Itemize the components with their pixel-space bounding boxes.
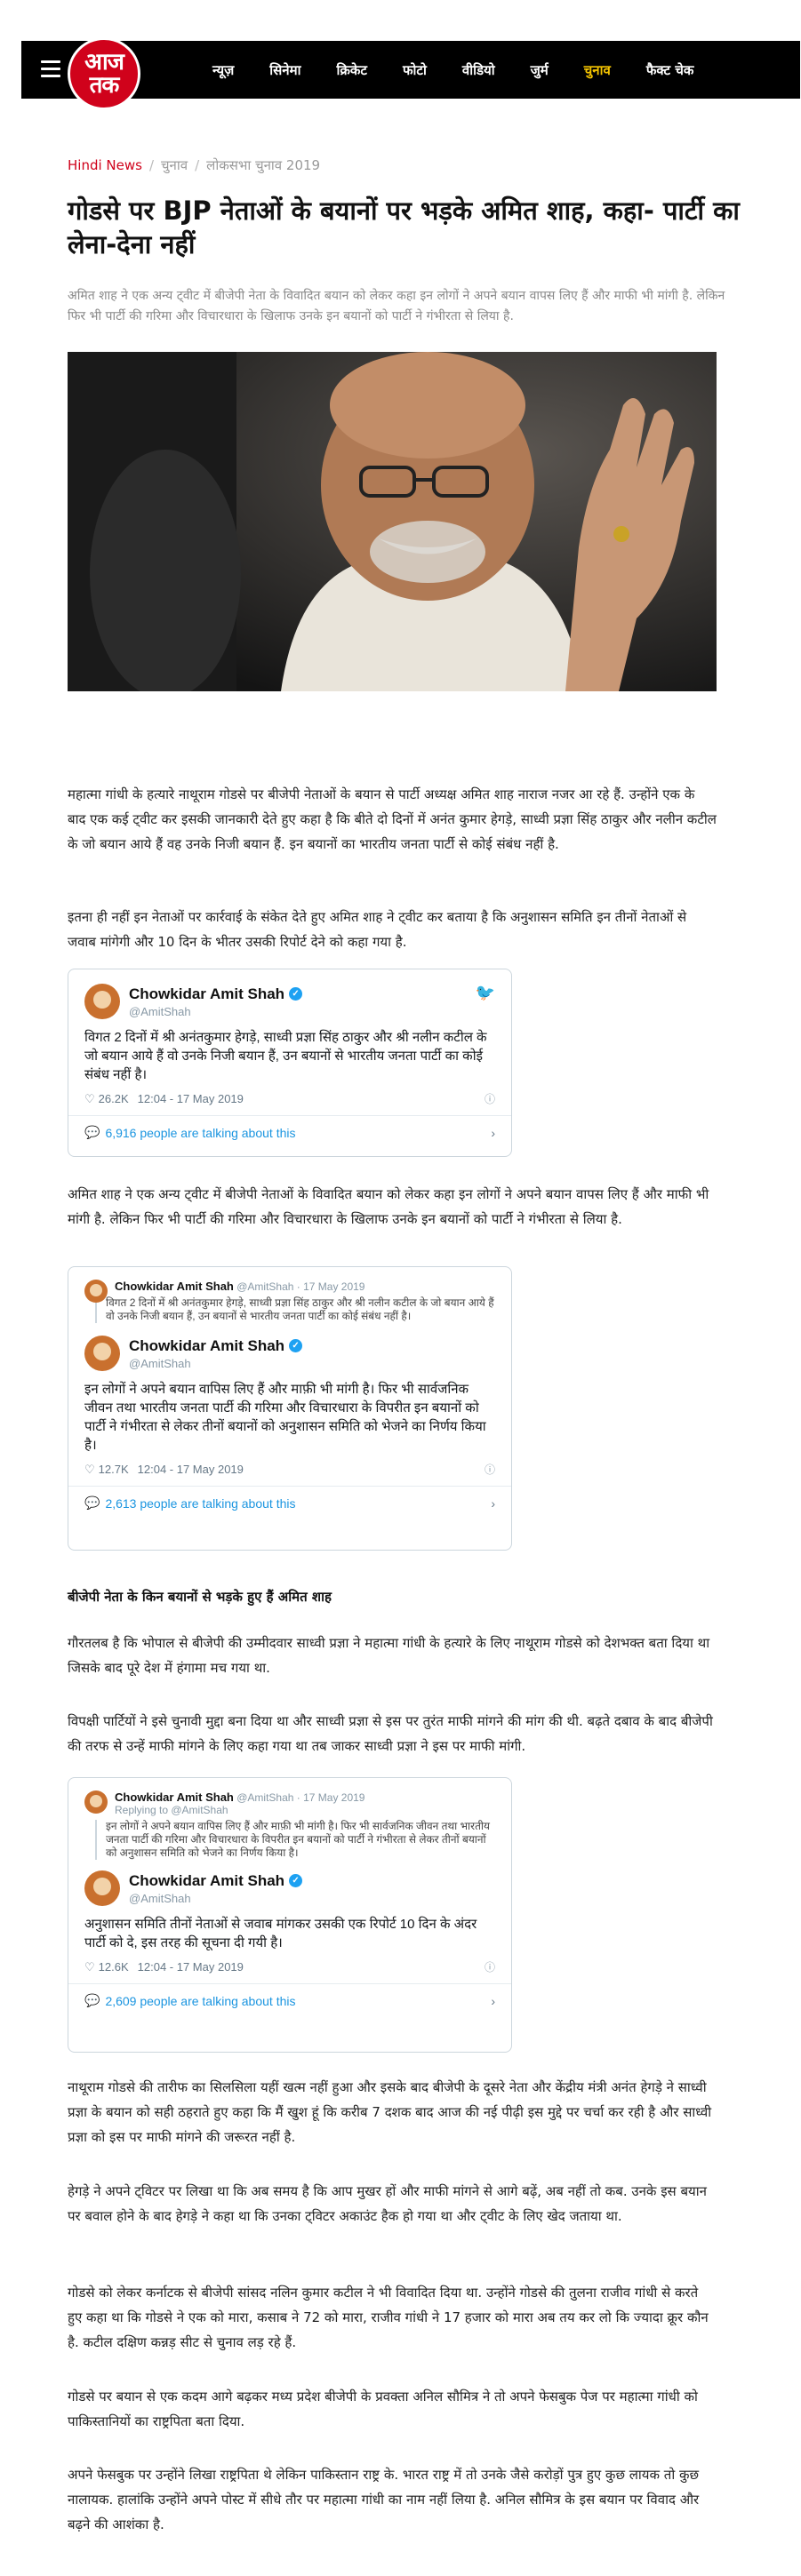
avatar[interactable]	[84, 984, 120, 1019]
nav-fact-check[interactable]: फैक्ट चेक	[646, 61, 694, 79]
embedded-tweet[interactable]: Chowkidar Amit Shah @AmitShah · 17 May 2…	[68, 1266, 512, 1551]
nav-photo[interactable]: फोटो	[403, 61, 427, 79]
info-icon[interactable]: ⓘ	[485, 1959, 495, 1974]
article-summary: अमित शाह ने एक अन्य ट्वीट में बीजेपी नेत…	[68, 289, 725, 323]
heart-icon[interactable]: ♡	[84, 1463, 95, 1477]
breadcrumb-separator: /	[148, 157, 155, 173]
quoted-author-meta[interactable]: @AmitShah · 17 May 2019	[236, 1280, 364, 1293]
embedded-tweet[interactable]: Chowkidar Amit Shah @AmitShah · 17 May 2…	[68, 1777, 512, 2053]
nav-video[interactable]: वीडियो	[462, 61, 495, 79]
tweet-talking-link[interactable]: 💬 2,613 people are talking about this ›	[68, 1486, 511, 1519]
twitter-bird-icon[interactable]: 🐦	[476, 984, 495, 1002]
tweet-timestamp[interactable]: 12:04 - 17 May 2019	[138, 1463, 244, 1476]
quoted-tweet[interactable]: Chowkidar Amit Shah @AmitShah · 17 May 2…	[84, 1790, 495, 1860]
chevron-right-icon: ›	[491, 1993, 495, 2008]
article-paragraph: नाथूराम गोडसे की तारीफ का सिलसिला यहीं ख…	[68, 2079, 712, 2145]
article-paragraph: गोडसे को लेकर कर्नाटक से बीजेपी सांसद नल…	[68, 2285, 709, 2350]
article-paragraph: विपक्षी पार्टियों ने इसे चुनावी मुद्दा ब…	[68, 1713, 713, 1754]
tweet-author-name[interactable]: Chowkidar Amit Shah	[129, 1872, 284, 1890]
aajtak-logo[interactable]: आज तक	[68, 37, 140, 110]
tweet-talking-link[interactable]: 💬 6,916 people are talking about this ›	[68, 1115, 511, 1149]
verified-badge-icon: ✓	[289, 1339, 303, 1352]
nav-news[interactable]: न्यूज़	[212, 61, 234, 79]
logo-text: आज तक	[84, 49, 124, 99]
article-paragraph: अमित शाह ने एक अन्य ट्वीट में बीजेपी नेत…	[68, 1186, 709, 1227]
article-paragraph: अपने फेसबुक पर उन्होंने लिखा राष्ट्रपिता…	[68, 2467, 700, 2532]
tweet-text: अनुशासन समिति तीनों नेताओं से जवाब मांगक…	[84, 1917, 477, 1950]
quoted-author-name[interactable]: Chowkidar Amit Shah	[115, 1280, 234, 1293]
heart-icon[interactable]: ♡	[84, 1092, 95, 1106]
tweet-talking-count: 2,613 people are talking about this	[105, 1495, 296, 1511]
nav-cinema[interactable]: सिनेमा	[269, 61, 300, 79]
article-paragraph: हेगड़े ने अपने ट्विटर पर लिखा था कि अब स…	[68, 2183, 707, 2224]
breadcrumb-election[interactable]: चुनाव	[161, 157, 188, 173]
tweet-like-count[interactable]: 26.2K	[99, 1092, 129, 1105]
tweet-author-name[interactable]: Chowkidar Amit Shah	[129, 1337, 284, 1355]
quoted-author-meta[interactable]: @AmitShah · 17 May 2019	[236, 1791, 364, 1804]
article-paragraph: इतना ही नहीं इन नेताओं पर कार्रवाई के सं…	[68, 909, 687, 950]
breadcrumb-home[interactable]: Hindi News	[68, 157, 142, 173]
verified-badge-icon: ✓	[289, 1874, 303, 1887]
info-icon[interactable]: ⓘ	[485, 1462, 495, 1477]
nav-crime[interactable]: जुर्म	[531, 61, 549, 79]
tweet-timestamp[interactable]: 12:04 - 17 May 2019	[138, 1960, 244, 1974]
quoted-tweet-text: विगत 2 दिनों में श्री अनंतकुमार हेगड़े, …	[95, 1296, 495, 1323]
tweet-author-handle[interactable]: @AmitShah	[129, 1357, 302, 1370]
breadcrumb-loksabha[interactable]: लोकसभा चुनाव 2019	[206, 157, 320, 173]
tweet-author-handle[interactable]: @AmitShah	[129, 1892, 302, 1905]
chevron-right-icon: ›	[491, 1495, 495, 1511]
article-headline: गोडसे पर BJP नेताओं के बयानों पर भड़के अ…	[68, 195, 740, 259]
embedded-tweet[interactable]: Chowkidar Amit Shah ✓ @AmitShah 🐦 विगत 2 …	[68, 969, 512, 1157]
comment-bubble-icon: 💬	[84, 1993, 100, 2007]
top-navbar: आज तक न्यूज़ सिनेमा क्रिकेट फोटो वीडियो …	[21, 37, 800, 110]
tweet-talking-count: 2,609 people are talking about this	[105, 1993, 296, 2008]
article-paragraph: गोडसे पर बयान से एक कदम आगे बढ़कर मध्य प…	[68, 2389, 698, 2429]
comment-bubble-icon: 💬	[84, 1125, 100, 1139]
avatar[interactable]	[84, 1790, 108, 1814]
hamburger-menu-icon[interactable]	[41, 60, 60, 78]
article-paragraph: महात्मा गांधी के हत्यारे नाथूराम गोडसे प…	[68, 786, 717, 852]
breadcrumb: Hindi News / चुनाव / लोकसभा चुनाव 2019	[68, 156, 320, 174]
chevron-right-icon: ›	[491, 1125, 495, 1140]
tweet-text: विगत 2 दिनों में श्री अनंतकुमार हेगड़े, …	[84, 1030, 487, 1082]
tweet-like-count[interactable]: 12.6K	[99, 1960, 129, 1974]
tweet-timestamp[interactable]: 12:04 - 17 May 2019	[138, 1092, 244, 1105]
nav-cricket[interactable]: क्रिकेट	[336, 61, 367, 79]
quoted-author-name[interactable]: Chowkidar Amit Shah	[115, 1790, 234, 1804]
tweet-talking-link[interactable]: 💬 2,609 people are talking about this ›	[68, 1983, 511, 2017]
quoted-tweet-text: इन लोगों ने अपने बयान वापिस लिए हैं और म…	[95, 1820, 495, 1860]
comment-bubble-icon: 💬	[84, 1495, 100, 1510]
nav-election[interactable]: चुनाव	[584, 61, 611, 79]
heart-icon[interactable]: ♡	[84, 1960, 95, 1974]
section-subheading: बीजेपी नेता के किन बयानों से भड़के हुए ह…	[68, 1589, 332, 1605]
quoted-reply-to[interactable]: Replying to @AmitShah	[115, 1804, 495, 1816]
tweet-like-count[interactable]: 12.7K	[99, 1463, 129, 1476]
article-paragraph: गौरतलब है कि भोपाल से बीजेपी की उम्मीदवा…	[68, 1635, 710, 1676]
tweet-talking-count: 6,916 people are talking about this	[105, 1125, 296, 1140]
avatar[interactable]	[84, 1870, 120, 1906]
verified-badge-icon: ✓	[289, 987, 303, 1001]
hero-image	[68, 352, 717, 691]
tweet-text: इन लोगों ने अपने बयान वापिस लिए हैं और म…	[84, 1382, 486, 1453]
info-icon[interactable]: ⓘ	[485, 1091, 495, 1106]
amit-shah-photo	[68, 352, 717, 691]
tweet-author-handle[interactable]: @AmitShah	[129, 1005, 302, 1018]
avatar[interactable]	[84, 1280, 108, 1303]
main-nav: न्यूज़ सिनेमा क्रिकेट फोटो वीडियो जुर्म …	[212, 41, 729, 99]
breadcrumb-separator: /	[195, 157, 200, 173]
tweet-author-name[interactable]: Chowkidar Amit Shah	[129, 985, 284, 1003]
quoted-tweet[interactable]: Chowkidar Amit Shah @AmitShah · 17 May 2…	[84, 1280, 495, 1323]
avatar[interactable]	[84, 1336, 120, 1371]
